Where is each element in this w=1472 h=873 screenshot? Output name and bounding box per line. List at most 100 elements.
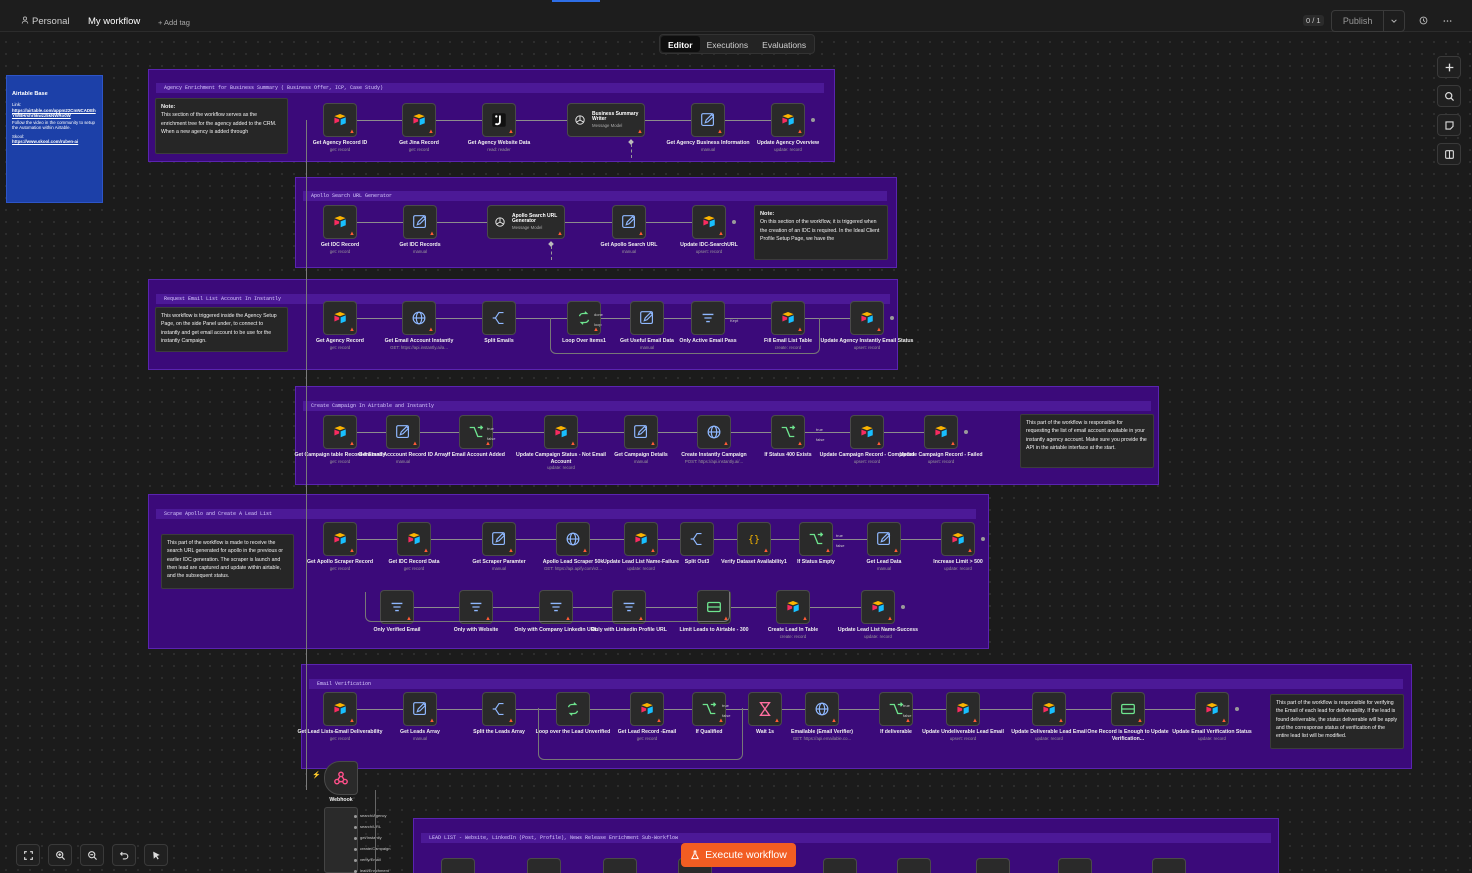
node-get-lead-data[interactable]: ▲: [867, 522, 901, 556]
sticky-note[interactable]: Note: This section of the workflow serves…: [155, 98, 288, 154]
more-icon[interactable]: [1443, 17, 1452, 25]
sticky-note[interactable]: This workflow is triggered inside the Ag…: [155, 307, 288, 352]
sticky-note-button[interactable]: [1437, 114, 1461, 136]
tab-editor[interactable]: Editor: [661, 36, 700, 52]
node-split-the-leads-array[interactable]: ▲: [482, 692, 516, 726]
node-split-emails[interactable]: [482, 301, 516, 335]
node-get-campaign-table-record-instantly[interactable]: ▲: [323, 415, 357, 449]
output-handle[interactable]: [890, 316, 894, 320]
output-handle[interactable]: [732, 220, 736, 224]
webhook-node[interactable]: [324, 761, 358, 795]
add-tag-button[interactable]: + Add tag: [158, 15, 190, 31]
node-create-lead-in-table[interactable]: ▲: [776, 590, 810, 624]
node-get-agency-record[interactable]: ▲: [323, 301, 357, 335]
node-wait-1s[interactable]: ▲: [748, 692, 782, 726]
node-update-campaign-record-failed[interactable]: ▲: [924, 415, 958, 449]
output-handle[interactable]: [981, 537, 985, 541]
pointer-button[interactable]: [144, 844, 168, 866]
zoom-out-button[interactable]: [80, 844, 104, 866]
node-get-jina-record[interactable]: ▲: [402, 103, 436, 137]
node-get-apollo-search-url[interactable]: ▲: [612, 205, 646, 239]
node-get-agency-website-data[interactable]: ▲: [482, 103, 516, 137]
node-if-status-empty[interactable]: ▲: [799, 522, 833, 556]
output-handle[interactable]: [901, 605, 905, 609]
node-update-lead-list-name-failure[interactable]: ▲: [624, 522, 658, 556]
sticky-note[interactable]: This part of the workflow is responsible…: [1270, 694, 1404, 749]
breadcrumb-personal[interactable]: Personal: [32, 14, 70, 30]
subworkflow-node[interactable]: [1058, 858, 1092, 873]
node-get-leads-array[interactable]: ▲: [403, 692, 437, 726]
node-update-agency-overview[interactable]: ▲: [771, 103, 805, 137]
publish-dropdown[interactable]: [1383, 11, 1404, 31]
node-get-apollo-scraper-record[interactable]: ▲: [323, 522, 357, 556]
node-apollo-search-url-generator[interactable]: Apollo Search URL Generator Message Model…: [487, 205, 565, 239]
node-update-agency-instantly-email-status[interactable]: ▲: [850, 301, 884, 335]
node-get-agency-record-id[interactable]: ▲: [323, 103, 357, 137]
switch-node[interactable]: [324, 807, 358, 873]
switch-output-handle[interactable]: [354, 815, 357, 818]
node-get-campaign-details[interactable]: ▲: [624, 415, 658, 449]
node-apollo-lead-scraper-50k[interactable]: ▲: [556, 522, 590, 556]
node-emailable-email-verifier[interactable]: ▲: [805, 692, 839, 726]
node-update-campaign-record-completed[interactable]: ▲: [850, 415, 884, 449]
airtable-base-note[interactable]: Airtable Base Link: https://airtable.com…: [6, 75, 103, 203]
airtable-icon: [859, 424, 875, 440]
branch-label: false: [836, 543, 845, 548]
node-get-agency-business-information[interactable]: ▲: [691, 103, 725, 137]
subworkflow-node[interactable]: [897, 858, 931, 873]
switch-output-handle[interactable]: [354, 848, 357, 851]
node-split-out3[interactable]: [680, 522, 714, 556]
node-update-undeliverable-lead-email[interactable]: ▲: [946, 692, 980, 726]
switch-output-handle[interactable]: [354, 826, 357, 829]
undo-button[interactable]: [112, 844, 136, 866]
output-handle[interactable]: [964, 430, 968, 434]
node-one-record-is-enough-to-update-verification[interactable]: ▲: [1111, 692, 1145, 726]
node-get-email-acccount-record-id-array[interactable]: ▲: [386, 415, 420, 449]
node-update-email-verification-status[interactable]: ▲: [1195, 692, 1229, 726]
switch-output-handle[interactable]: [354, 859, 357, 862]
node-update-campaign-status-not-email-account[interactable]: ▲: [544, 415, 578, 449]
node-get-idc-record[interactable]: ▲: [323, 205, 357, 239]
node-if-status-400-exists[interactable]: ▲: [771, 415, 805, 449]
node-business-summary-writer[interactable]: Business Summary Writer Message Model ▲: [567, 103, 645, 137]
publish-button[interactable]: Publish: [1332, 11, 1383, 31]
fit-view-button[interactable]: [16, 844, 40, 866]
workflow-title[interactable]: My workflow: [88, 14, 140, 30]
history-icon[interactable]: [1419, 16, 1428, 25]
node-create-instantly-campaign[interactable]: ▲: [697, 415, 731, 449]
node-if-email-account-added[interactable]: ▲: [459, 415, 493, 449]
node-get-idc-records[interactable]: ▲: [403, 205, 437, 239]
node-get-idc-record-data[interactable]: ▲: [397, 522, 431, 556]
zoom-in-button[interactable]: [48, 844, 72, 866]
node-increase-limit-500[interactable]: ▲: [941, 522, 975, 556]
sticky-note[interactable]: This part of the workflow is responsible…: [1020, 414, 1154, 468]
node-update-idc-searchurl[interactable]: ▲: [692, 205, 726, 239]
node-get-email-account-instantly[interactable]: ▲: [402, 301, 436, 335]
sticky-note[interactable]: This part of the workflow is made to rec…: [161, 534, 294, 589]
node-get-lead-lists-email-deliverability[interactable]: ▲: [323, 692, 357, 726]
subworkflow-node[interactable]: [603, 858, 637, 873]
node-update-lead-list-name-success[interactable]: ▲: [861, 590, 895, 624]
subworkflow-node[interactable]: [976, 858, 1010, 873]
search-button[interactable]: [1437, 85, 1461, 107]
switch-output-handle[interactable]: [354, 837, 357, 840]
tab-evaluations[interactable]: Evaluations: [755, 36, 813, 52]
subworkflow-node[interactable]: [527, 858, 561, 873]
note-skool-link[interactable]: https://www.skool.com/ruben-ai: [12, 139, 97, 144]
output-handle[interactable]: [1235, 707, 1239, 711]
output-handle[interactable]: [811, 118, 815, 122]
panel-toggle-button[interactable]: [1437, 143, 1461, 165]
subworkflow-node[interactable]: [1152, 858, 1186, 873]
note-link[interactable]: https://airtable.com/appm22CmNCADEhYWBH/…: [12, 108, 97, 119]
node-verify-dataset-availability1[interactable]: {} ▲: [737, 522, 771, 556]
tab-executions[interactable]: Executions: [700, 36, 756, 52]
subworkflow-node[interactable]: [441, 858, 475, 873]
sticky-note[interactable]: Note: On this section of the workflow, it…: [754, 205, 888, 260]
subworkflow-node[interactable]: [823, 858, 857, 873]
node-subtitle: read: reader: [487, 146, 511, 152]
add-node-button[interactable]: [1437, 56, 1461, 78]
execute-workflow-button[interactable]: Execute workflow: [681, 843, 796, 867]
node-get-scraper-paramter[interactable]: ▲: [482, 522, 516, 556]
node-if-deliverable[interactable]: ▲: [879, 692, 913, 726]
node-update-deliverable-lead-email[interactable]: ▲: [1032, 692, 1066, 726]
